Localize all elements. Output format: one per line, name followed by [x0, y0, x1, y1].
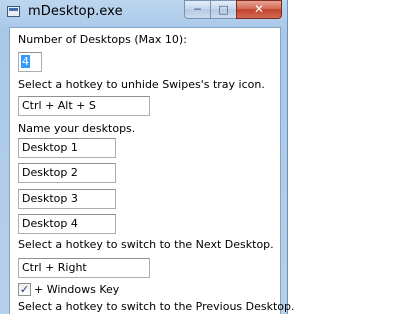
app-window-icon	[7, 6, 20, 17]
app-window: mDesktop.exe ─ □ ✕ Number of Desktops (M…	[0, 0, 295, 314]
unhide-hotkey-label: Select a hotkey to unhide Swipes's tray …	[18, 78, 265, 91]
next-desktop-hotkey-input[interactable]: Ctrl + Right	[18, 258, 150, 278]
maximize-button[interactable]: □	[210, 0, 237, 19]
windows-key-checkbox[interactable]: ✓	[18, 283, 31, 296]
settings-panel: Number of Desktops (Max 10): 4 Select a …	[9, 27, 295, 314]
windows-key-label: + Windows Key	[34, 283, 120, 296]
next-desktop-label: Select a hotkey to switch to the Next De…	[18, 238, 274, 251]
title-bar[interactable]: mDesktop.exe ─ □ ✕	[0, 0, 288, 26]
desktop-names-label: Name your desktops.	[18, 122, 136, 135]
prev-desktop-label: Select a hotkey to switch to the Previou…	[18, 300, 295, 313]
desktop-name-input-3[interactable]: Desktop 3	[18, 189, 116, 209]
desktop-name-input-2[interactable]: Desktop 2	[18, 163, 116, 183]
num-desktops-label: Number of Desktops (Max 10):	[18, 33, 187, 46]
unhide-hotkey-input[interactable]: Ctrl + Alt + S	[18, 96, 150, 116]
desktop-name-input-4[interactable]: Desktop 4	[18, 214, 116, 234]
desktop-name-input-1[interactable]: Desktop 1	[18, 138, 116, 158]
close-button[interactable]: ✕	[236, 0, 282, 19]
window-title: mDesktop.exe	[28, 4, 123, 19]
num-desktops-input[interactable]: 4	[18, 52, 42, 72]
minimize-button[interactable]: ─	[184, 0, 211, 19]
num-desktops-value: 4	[21, 55, 30, 68]
